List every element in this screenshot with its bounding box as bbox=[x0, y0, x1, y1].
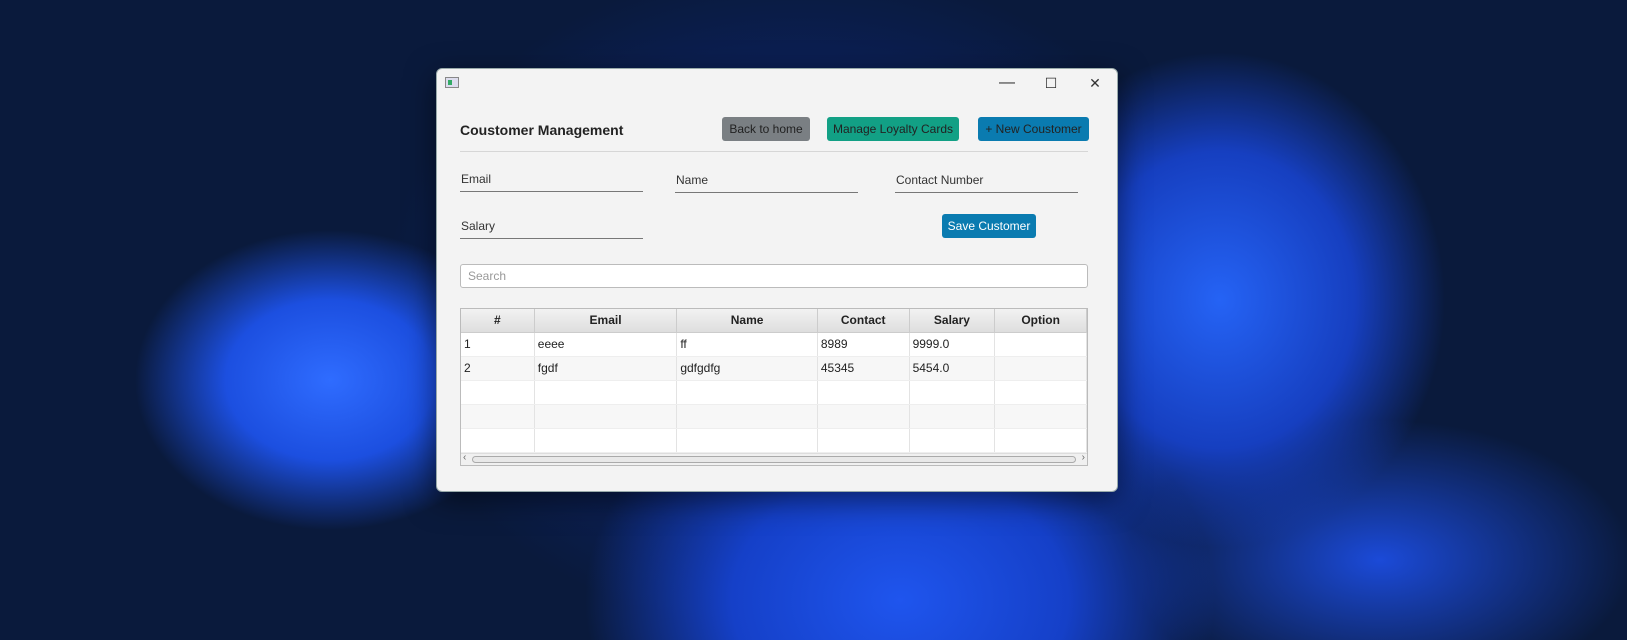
page-title: Coustomer Management bbox=[460, 122, 624, 138]
empty-row bbox=[461, 405, 1087, 429]
cell: fgdf bbox=[535, 357, 678, 380]
cell: eeee bbox=[535, 333, 678, 356]
cell: 9999.0 bbox=[910, 333, 996, 356]
salary-field[interactable]: Salary bbox=[460, 215, 643, 239]
column-header[interactable]: Contact bbox=[818, 309, 910, 332]
cell: 2 bbox=[461, 357, 535, 380]
scrollbar-thumb[interactable] bbox=[472, 456, 1076, 463]
cell: 45345 bbox=[818, 357, 910, 380]
new-customer-button[interactable]: + New Coustomer bbox=[978, 117, 1089, 141]
minimize-button[interactable]: — bbox=[992, 73, 1022, 93]
back-to-home-button[interactable]: Back to home bbox=[722, 117, 810, 141]
column-header[interactable]: Salary bbox=[910, 309, 996, 332]
email-field[interactable]: Email bbox=[460, 168, 643, 192]
cell: 1 bbox=[461, 333, 535, 356]
horizontal-scrollbar[interactable]: ‹ › bbox=[461, 452, 1087, 465]
column-header[interactable]: # bbox=[461, 309, 535, 332]
scroll-right-icon[interactable]: › bbox=[1082, 452, 1085, 463]
cell bbox=[995, 333, 1087, 356]
table-header: # Email Name Contact Salary Option bbox=[461, 309, 1087, 333]
app-icon bbox=[445, 77, 459, 88]
column-header[interactable]: Name bbox=[677, 309, 818, 332]
name-field[interactable]: Name bbox=[675, 169, 858, 193]
table-row[interactable]: 1 eeee ff 8989 9999.0 bbox=[461, 333, 1087, 357]
column-header[interactable]: Email bbox=[535, 309, 678, 332]
manage-loyalty-cards-button[interactable]: Manage Loyalty Cards bbox=[827, 117, 959, 141]
contact-number-field[interactable]: Contact Number bbox=[895, 169, 1078, 193]
close-button[interactable]: ✕ bbox=[1080, 73, 1110, 93]
cell: 8989 bbox=[818, 333, 910, 356]
customer-management-window: — ☐ ✕ Coustomer Management Back to home … bbox=[436, 68, 1118, 492]
cell: 5454.0 bbox=[910, 357, 996, 380]
scroll-left-icon[interactable]: ‹ bbox=[463, 452, 466, 463]
customer-table: # Email Name Contact Salary Option 1 eee… bbox=[460, 308, 1088, 466]
divider bbox=[460, 151, 1088, 152]
empty-row bbox=[461, 381, 1087, 405]
save-customer-button[interactable]: Save Customer bbox=[942, 214, 1036, 238]
table-row[interactable]: 2 fgdf gdfgdfg 45345 5454.0 bbox=[461, 357, 1087, 381]
search-input[interactable]: Search bbox=[460, 264, 1088, 288]
cell: gdfgdfg bbox=[677, 357, 818, 380]
cell: ff bbox=[677, 333, 818, 356]
cell bbox=[995, 357, 1087, 380]
maximize-button[interactable]: ☐ bbox=[1036, 73, 1066, 93]
empty-row bbox=[461, 429, 1087, 453]
column-header[interactable]: Option bbox=[995, 309, 1087, 332]
